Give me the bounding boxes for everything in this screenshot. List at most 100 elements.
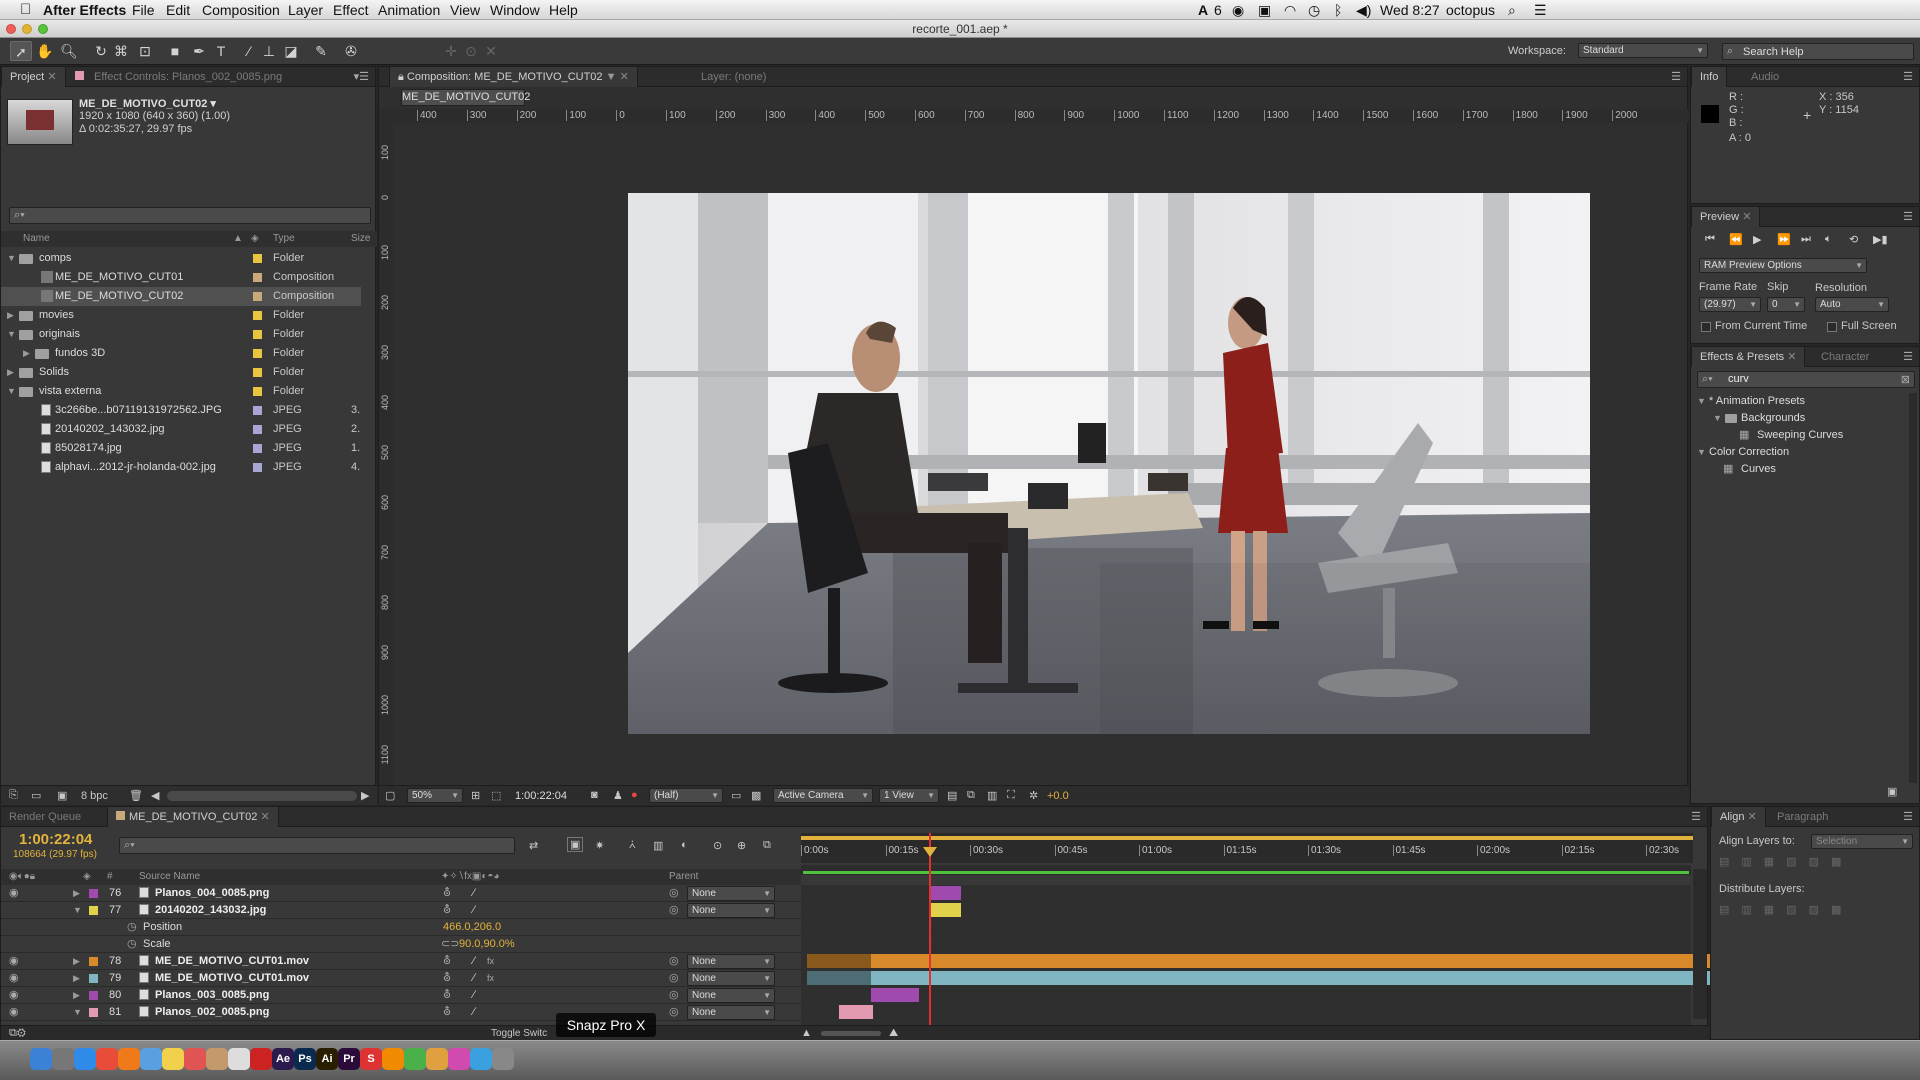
resolution-dropdown[interactable]: (Half) ▼ [649, 788, 723, 803]
panel-menu-icon[interactable]: ☰ [1903, 210, 1913, 223]
quality-switch-icon[interactable]: ∕ [473, 953, 475, 970]
bit-depth-button[interactable]: 8 bpc [81, 790, 108, 802]
live-update-icon[interactable]: ▣ [567, 837, 584, 852]
label-swatch[interactable] [253, 349, 262, 358]
tab-character[interactable]: Character [1813, 347, 1877, 367]
timeline-search-input[interactable]: ⌕▾ [119, 837, 515, 854]
toggle-pixel-aspect-icon[interactable]: ▤ [947, 789, 957, 802]
menu-composition[interactable]: Composition [202, 1, 280, 19]
label-swatch[interactable] [253, 292, 262, 301]
camera-view-dropdown[interactable]: Active Camera ▼ [773, 788, 873, 803]
effects-tree-item[interactable]: ▦ Curves [1691, 461, 1911, 478]
tab-layer[interactable]: Layer: (none) [693, 67, 774, 87]
tab-paragraph[interactable]: Paragraph [1769, 807, 1836, 827]
hand-tool-icon[interactable]: ✋ [34, 41, 56, 61]
hide-shy-layers-icon[interactable]: ⩑ [629, 839, 636, 852]
dock-ps-icon[interactable]: Ps [294, 1048, 316, 1070]
zoom-in-icon[interactable]: ⛰ [889, 1027, 898, 1040]
project-item[interactable]: ▶ Solids Folder [1, 363, 361, 382]
dock-photos-icon[interactable] [426, 1048, 448, 1070]
toggle-switches-button[interactable]: Toggle Switc [491, 1028, 547, 1039]
dock-itunes-icon[interactable] [448, 1048, 470, 1070]
dock-finder-icon[interactable] [30, 1048, 52, 1070]
col-source-name[interactable]: Source Name [139, 869, 200, 885]
pan-behind-tool-icon[interactable]: ⊡ [134, 41, 156, 61]
spotlight-icon[interactable]: ⌕ [1508, 1, 1516, 19]
label-swatch[interactable] [253, 444, 262, 453]
exposure-icon[interactable]: ✲ [1029, 789, 1038, 802]
av-features-icon[interactable]: ◉🔈︎●🔒︎ [9, 869, 35, 885]
tab-effects-presets[interactable]: Effects & Presets ✕ [1691, 347, 1806, 367]
disclosure-triangle-icon[interactable]: ▼ [7, 325, 16, 344]
layer-label-swatch[interactable] [89, 889, 98, 898]
layer-label-swatch[interactable] [89, 1008, 98, 1017]
parent-pickwhip-icon[interactable]: ◎ [669, 987, 679, 1004]
layer-duration-bar[interactable] [871, 954, 1723, 968]
parent-dropdown[interactable]: None ▼ [687, 988, 775, 1003]
col-size[interactable]: Size [351, 231, 370, 247]
project-item[interactable]: 85028174.jpg JPEG 1. [1, 439, 361, 458]
wifi-icon[interactable]: ◠ [1284, 1, 1296, 19]
parent-pickwhip-icon[interactable]: ◎ [669, 885, 679, 902]
bluetooth-icon[interactable]: ᛒ [1334, 1, 1342, 19]
project-item[interactable]: ▼ vista externa Folder [1, 382, 361, 401]
dock-safari-icon[interactable] [74, 1048, 96, 1070]
layer-bar-extension[interactable] [807, 954, 871, 968]
current-time-indicator[interactable] [929, 833, 931, 1029]
shy-switch-icon[interactable]: ⛢ [443, 885, 451, 902]
dock-maps-icon[interactable] [404, 1048, 426, 1070]
full-screen-checkbox[interactable] [1827, 322, 1837, 332]
layer-property-row[interactable]: ◷ Position 466.0,206.0 [1, 919, 801, 936]
chevron-down-icon[interactable]: ▼ [606, 71, 617, 83]
scroll-right-icon[interactable]: ▶ [361, 789, 369, 802]
project-search-input[interactable]: ⌕▾ [9, 207, 371, 224]
brainstorm-icon[interactable]: ⊕ [737, 839, 746, 852]
layer-row[interactable]: ◉ ▶ 78 ME_DE_MOTIVO_CUT01.mov ⛢ ∕ fx ◎ None ▼ [1, 953, 801, 970]
layer-row[interactable]: ◉ ▶ 80 Planos_003_0085.png ⛢ ∕ ◎ None ▼ [1, 987, 801, 1004]
zoom-tool-icon[interactable]: 🔍︎ [58, 41, 80, 61]
zoom-window-button[interactable] [38, 24, 48, 34]
adobe-ai-status-icon[interactable]: A [1198, 1, 1208, 19]
tab-audio[interactable]: Audio [1743, 67, 1787, 87]
lock-icon[interactable]: 🔒︎ [398, 71, 404, 83]
work-area-bar[interactable] [801, 836, 1693, 840]
layer-bar-extension[interactable] [807, 971, 871, 985]
layer-name[interactable]: ME_DE_MOTIVO_CUT01.mov [155, 970, 309, 987]
layer-row[interactable]: ▼ 77 20140202_143032.jpg ⛢ ∕ ◎ None ▼ [1, 902, 801, 919]
shy-switch-icon[interactable]: ⛢ [443, 970, 451, 987]
magnification-dropdown[interactable]: 50% ▼ [407, 788, 463, 803]
effects-tree-item[interactable]: ▼ Backgrounds [1691, 410, 1911, 427]
close-icon[interactable]: ✕ [47, 71, 56, 83]
search-help-field[interactable]: ⌕ Search Help [1722, 43, 1914, 60]
timeline-vertical-scrollbar[interactable] [1693, 869, 1707, 1019]
dock-vlc-icon[interactable] [382, 1048, 404, 1070]
align-buttons-icons[interactable]: ▤▥▦▧▨▩ [1719, 855, 1853, 868]
layer-name[interactable]: Planos_004_0085.png [155, 885, 269, 902]
horizontal-scrollbar[interactable] [167, 791, 357, 801]
zoom-out-icon[interactable]: ▲ [801, 1027, 812, 1039]
dock-misc-icon[interactable] [492, 1048, 514, 1070]
previous-frame-icon[interactable]: ⏪ [1729, 233, 1743, 246]
col-parent[interactable]: Parent [669, 869, 698, 885]
disclosure-triangle-icon[interactable]: ▶ [73, 953, 80, 970]
comp-mini-flowchart-icon[interactable]: ⇄ [529, 839, 538, 852]
parent-dropdown[interactable]: None ▼ [687, 954, 775, 969]
layer-name[interactable]: Planos_003_0085.png [155, 987, 269, 1004]
sort-icon[interactable]: ▲ [233, 231, 243, 247]
dock-calendar-icon[interactable] [184, 1048, 206, 1070]
label-swatch[interactable] [253, 387, 262, 396]
close-icon[interactable]: ✕ [1742, 211, 1751, 223]
eye-icon[interactable]: ◉ [9, 953, 19, 970]
motion-blur-icon[interactable]: ◐ [681, 839, 688, 851]
ram-preview-options-dropdown[interactable]: RAM Preview Options ▼ [1699, 258, 1867, 273]
graph-editor-icon[interactable]: ⊙ [713, 839, 722, 852]
time-ruler[interactable]: 0:00s 00:15s 00:30s 00:45s 01:00s 01:15s 01:30… [801, 843, 1693, 861]
zoom-slider[interactable] [821, 1031, 881, 1036]
camera-tool-icon[interactable]: ⌘ [110, 41, 132, 61]
current-time-display[interactable]: 1:00:22:04 [515, 790, 567, 802]
layer-name[interactable]: ME_DE_MOTIVO_CUT01.mov [155, 953, 309, 970]
brush-tool-icon[interactable]: ∕ [238, 41, 260, 61]
last-frame-icon[interactable]: ⏭ [1801, 233, 1811, 246]
layer-duration-bar[interactable] [871, 971, 1723, 985]
tab-effect-controls[interactable]: Effect Controls: Planos_002_0085.png [67, 67, 290, 87]
